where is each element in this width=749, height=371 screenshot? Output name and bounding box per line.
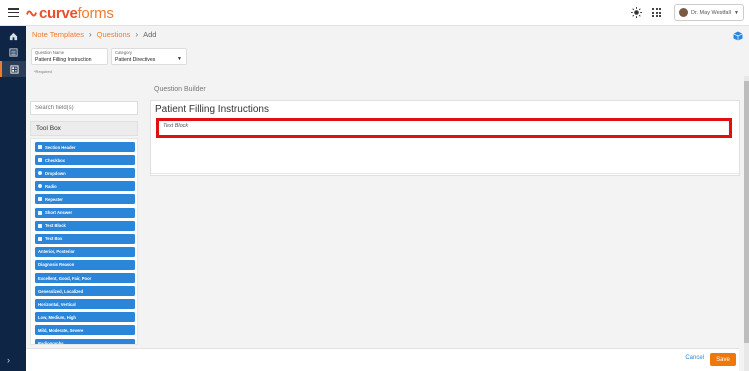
question-builder-title: Patient Filling Instructions (155, 104, 269, 115)
tool-item-label: Mild, Moderate, Severe (38, 327, 84, 333)
checkbox-icon (38, 158, 42, 163)
tool-item-label: Radio (45, 183, 57, 189)
list-icon (8, 47, 18, 57)
tool-item-low-medium-high[interactable]: Low, Medium, High (35, 312, 135, 323)
text-block-label: Text Block (163, 123, 189, 129)
user-name: Dr. May Westfall (691, 9, 731, 16)
vertical-scrollbar[interactable] (744, 76, 749, 371)
logo-text: curveforms (39, 4, 114, 22)
tool-item-label: Text Box (45, 236, 63, 242)
radio-icon (38, 184, 42, 189)
breadcrumb: Note Templates › Questions › Add (32, 30, 156, 39)
tool-item-horizontal-vertical[interactable]: Horizontal, Vertical (35, 299, 135, 310)
tool-item-label: Text Block (45, 223, 66, 229)
chevron-right-icon: › (88, 30, 92, 39)
sidebar-item-forms[interactable] (0, 61, 26, 77)
avatar (679, 8, 688, 17)
cancel-button[interactable]: Cancel (685, 355, 704, 361)
dropdown-icon (38, 171, 42, 176)
toolbox-title: Tool Box (30, 121, 138, 136)
required-note: *Required (34, 69, 52, 74)
sidebar: › (0, 26, 26, 371)
caret-down-icon: ▼ (734, 9, 739, 16)
tool-item-label: Low, Medium, High (38, 314, 76, 320)
category-value: Patient Directives (115, 57, 156, 63)
category-select[interactable]: Category Patient Directives ▼ (111, 48, 187, 65)
save-button[interactable]: Save (710, 353, 736, 366)
question-name-field[interactable]: Question Name Patient Filling Instructio… (31, 48, 108, 65)
chevron-right-icon: › (135, 30, 139, 39)
toolbox-list: Section Header Checkbox Dropdown Radio Repea… (30, 138, 138, 345)
question-name-value: Patient Filling Instruction (35, 57, 92, 63)
tool-item-excellent-good-fair-poor[interactable]: Excellent, Good, Fair, Poor (35, 273, 135, 283)
question-builder-panel: Patient Filling Instructions Text Block (150, 100, 741, 176)
tool-item-label: Excellent, Good, Fair, Poor (38, 275, 92, 281)
tool-item-section-header[interactable]: Section Header (35, 142, 135, 152)
main-content: Note Templates › Questions › Add Questio… (26, 26, 749, 371)
tool-item-diagnosis-reason[interactable]: Diagnosis Reason (35, 259, 135, 270)
tool-item-short-answer[interactable]: Short Answer (35, 207, 135, 218)
tool-item-label: Checkbox (45, 157, 66, 163)
top-bar: curveforms Dr. May Westfall ▼ (0, 0, 749, 26)
toolbox-search-input[interactable] (30, 101, 138, 115)
tool-item-text-box[interactable]: Text Box (35, 233, 135, 244)
tool-item-label: Generalized, Localized (38, 288, 84, 294)
sidebar-item-home[interactable] (0, 28, 26, 44)
tool-item-repeater[interactable]: Repeater (35, 194, 135, 205)
logo[interactable]: curveforms (26, 4, 114, 22)
tool-item-label: Horizontal, Vertical (38, 301, 76, 307)
tool-item-anterior-posterior[interactable]: Anterior, Posterior (35, 246, 135, 257)
footer: Cancel Save (26, 348, 739, 371)
tool-item-checkbox[interactable]: Checkbox (35, 155, 135, 166)
short-answer-icon (38, 210, 42, 215)
cube-icon[interactable] (733, 31, 743, 41)
text-block-element[interactable]: Text Block (156, 118, 732, 138)
hamburger-icon[interactable] (8, 8, 19, 18)
divider (151, 173, 741, 174)
tool-item-label: Section Header (45, 144, 76, 150)
text-box-icon (38, 236, 42, 241)
tool-item-label: Radiographs (38, 341, 64, 345)
forms-icon (9, 64, 19, 74)
tool-item-text-block[interactable]: Text Block (35, 220, 135, 231)
tool-item-mild-moderate-severe[interactable]: Mild, Moderate, Severe (35, 325, 135, 336)
tool-item-label: Diagnosis Reason (38, 262, 75, 268)
repeater-icon (38, 197, 42, 202)
user-menu[interactable]: Dr. May Westfall ▼ (674, 4, 744, 21)
question-builder-label: Question Builder (154, 86, 206, 93)
tool-item-label: Repeater (45, 196, 63, 202)
sun-icon[interactable] (631, 7, 642, 18)
caret-down-icon: ▼ (177, 56, 182, 62)
home-icon (9, 32, 17, 40)
apps-grid-icon[interactable] (652, 8, 661, 17)
breadcrumb-questions[interactable]: Questions (97, 30, 131, 39)
text-block-icon (38, 223, 42, 228)
tool-item-label: Anterior, Posterior (38, 249, 75, 255)
tool-item-generalized-localized[interactable]: Generalized, Localized (35, 286, 135, 297)
sidebar-item-list[interactable] (0, 44, 26, 60)
category-label: Category (115, 50, 132, 55)
tool-item-label: Dropdown (45, 170, 66, 176)
header-icon (38, 145, 42, 149)
breadcrumb-add: Add (143, 30, 157, 39)
question-name-label: Question Name (35, 50, 65, 55)
tool-item-radiographs[interactable]: Radiographs (35, 338, 135, 345)
expand-sidebar-icon[interactable]: › (7, 355, 10, 365)
tool-item-radio[interactable]: Radio (35, 181, 135, 192)
logo-mark-icon (26, 10, 37, 16)
scrollbar-thumb[interactable] (744, 81, 749, 343)
tool-item-label: Short Answer (45, 210, 73, 215)
tool-item-dropdown[interactable]: Dropdown (35, 168, 135, 179)
breadcrumb-note-templates[interactable]: Note Templates (32, 30, 84, 39)
